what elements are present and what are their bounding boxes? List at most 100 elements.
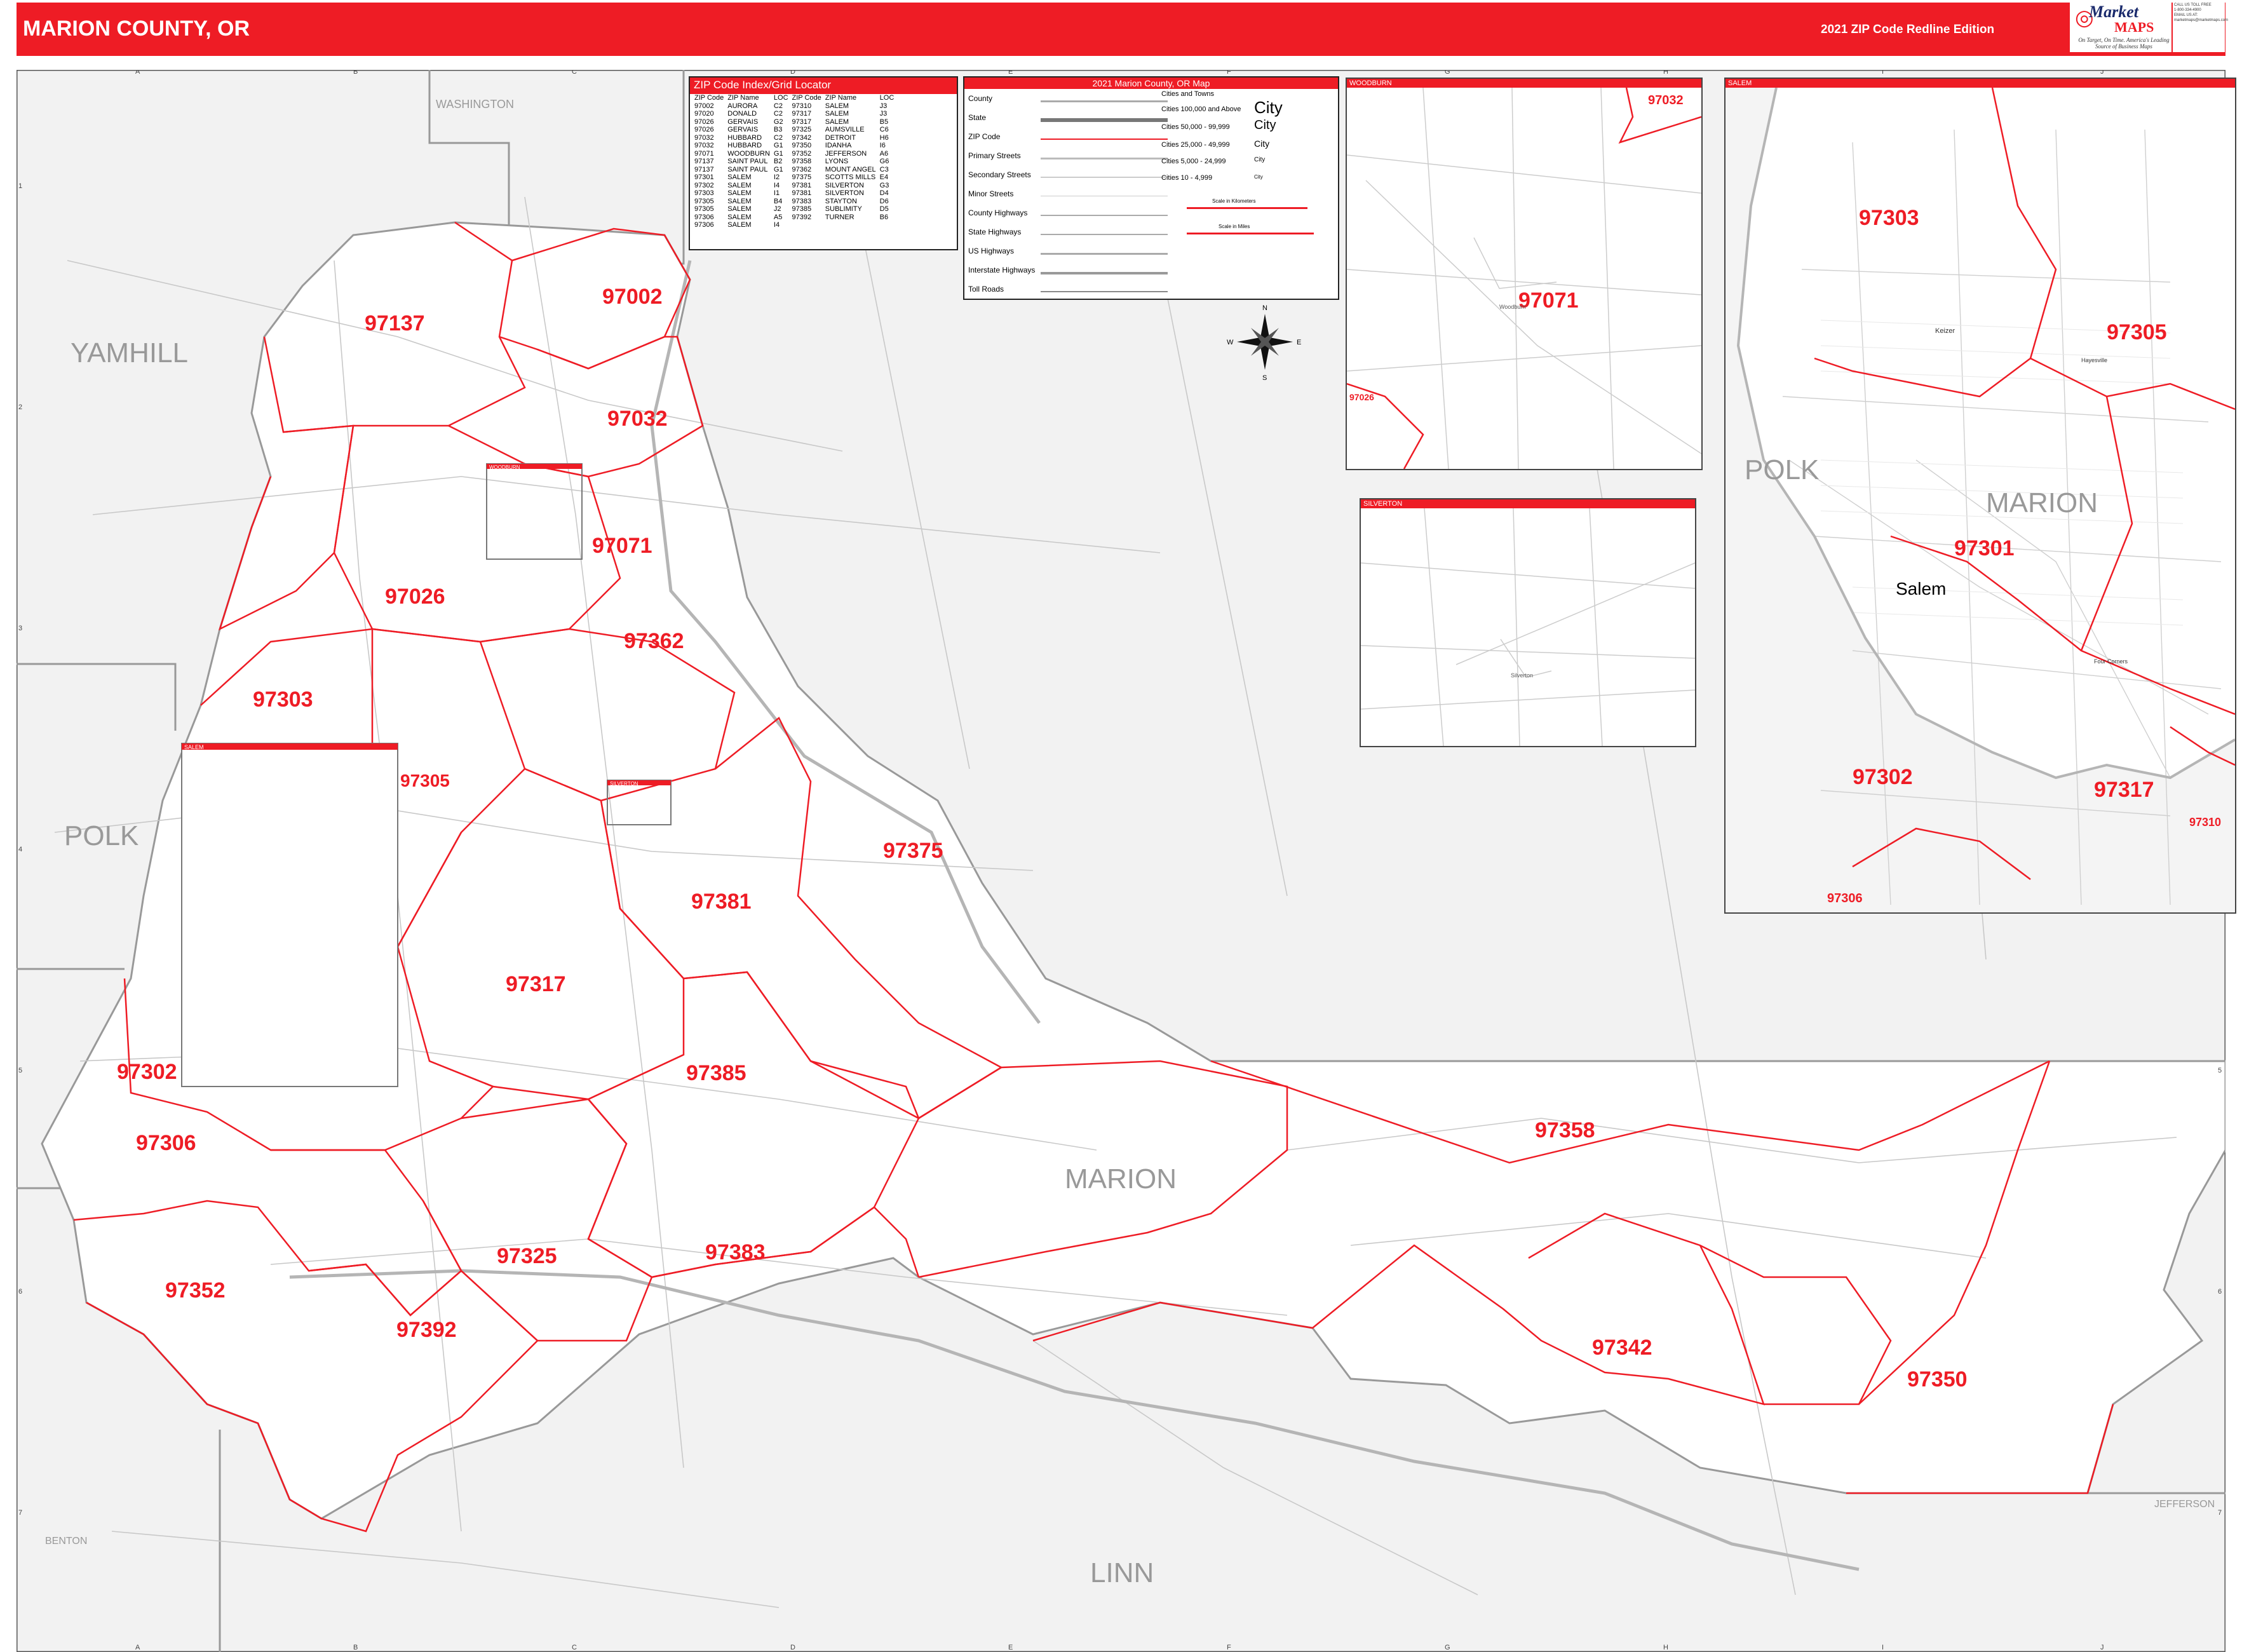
- zip-label[interactable]: 97392: [396, 1318, 457, 1342]
- zip-label[interactable]: 97032: [1648, 93, 1684, 107]
- compass-e: E: [1297, 339, 1301, 346]
- silverton-box-label: SILVERTON: [610, 781, 638, 787]
- zip-index-row: 97137 SAINT PAUL G1 97362 MOUNT ANGEL C3: [692, 166, 896, 174]
- svg-text:1: 1: [18, 182, 22, 190]
- zip-index-cell: WOODBURN: [727, 149, 770, 158]
- svg-text:6: 6: [18, 1288, 22, 1296]
- zip-index-cell: A5: [773, 213, 783, 221]
- zip-index-row: 97071 WOODBURN G1 97352 JEFFERSON A6: [692, 150, 896, 158]
- zip-index-cell: 97325: [792, 126, 812, 133]
- zip-label[interactable]: 97306: [1827, 891, 1863, 905]
- zip-index-cell: SALEM: [727, 173, 752, 181]
- zip-label[interactable]: 97362: [624, 629, 684, 653]
- zip-index-cell: C3: [879, 165, 889, 173]
- zip-index-cell: 97383: [792, 197, 812, 205]
- zip-label[interactable]: 97026: [1349, 392, 1374, 402]
- svg-text:B: B: [353, 1644, 358, 1651]
- compass-n: N: [1262, 304, 1267, 312]
- city-class: Cities 5,000 - 24,999: [1161, 158, 1226, 165]
- city-sample: City: [1254, 139, 1270, 149]
- zip-index-cell: [790, 221, 823, 229]
- salem-box-label: SALEM: [184, 744, 204, 750]
- city-class: Cities 25,000 - 49,999: [1161, 141, 1230, 149]
- zip-label[interactable]: 97302: [117, 1060, 177, 1084]
- zip-label[interactable]: 97352: [165, 1278, 226, 1303]
- legend-swatch: [1041, 215, 1168, 216]
- woodburn-inset[interactable]: WOODBURN 97032 97071 97026 Woodburn: [1346, 78, 1703, 470]
- zip-label[interactable]: 97137: [365, 311, 425, 335]
- county-label-benton: BENTON: [45, 1536, 87, 1547]
- zip-label[interactable]: 97071: [592, 534, 652, 558]
- zip-label[interactable]: 97375: [883, 839, 943, 863]
- zip-index-cell: MOUNT ANGEL: [825, 165, 876, 173]
- zip-label[interactable]: 97325: [497, 1244, 557, 1268]
- zip-index-cell: 97305: [694, 197, 714, 205]
- zip-label[interactable]: 97317: [2094, 778, 2154, 802]
- zip-index-cell: SALEM: [727, 189, 752, 197]
- zip-index-cell: SILVERTON: [825, 189, 864, 197]
- city-class: Cities 100,000 and Above: [1161, 105, 1241, 113]
- edition-label: 2021 ZIP Code Redline Edition: [1821, 23, 1995, 36]
- legend-item: Secondary Streets: [968, 170, 1031, 179]
- silverton-inset[interactable]: SILVERTON Silverton: [1360, 498, 1696, 747]
- zip-label[interactable]: 97303: [253, 687, 313, 712]
- map-legend: 2021 Marion County, OR Map County State …: [963, 76, 1339, 300]
- zip-label[interactable]: 97310: [2189, 816, 2221, 829]
- zip-index-cell: H6: [879, 133, 889, 142]
- zip-index-cell: 97317: [792, 110, 812, 118]
- zip-label[interactable]: 97002: [602, 285, 663, 309]
- salem-inset[interactable]: SALEM 97303 97305 97301 97302 97317 9731…: [1724, 78, 2236, 914]
- zip-label[interactable]: 97026: [385, 585, 445, 609]
- zip-label[interactable]: 97383: [705, 1240, 766, 1264]
- county-label-yamhill: YAMHILL: [71, 337, 188, 369]
- zip-index-header-row: ZIP Code ZIP Name LOC ZIP Code ZIP Name …: [692, 94, 896, 102]
- county-label-linn: LINN: [1090, 1557, 1154, 1588]
- zip-label[interactable]: 97381: [691, 890, 752, 914]
- zip-index-cell: C2: [773, 110, 783, 118]
- zip-label[interactable]: 97303: [1859, 206, 1919, 230]
- zip-label[interactable]: 97385: [686, 1061, 746, 1085]
- zip-index-row: 97303 SALEM I1 97381 SILVERTON D4: [692, 189, 896, 198]
- zip-index-cell: 97362: [792, 165, 812, 173]
- zip-label[interactable]: 97301: [1954, 536, 2015, 560]
- city-label: Hayesville: [2081, 357, 2107, 363]
- logo-tagline: On Target, On Time. America's Leading So…: [2078, 37, 2170, 50]
- zip-label[interactable]: 97350: [1907, 1367, 1968, 1391]
- zip-index-cell: SAINT PAUL: [727, 165, 768, 173]
- zip-index-cell: HUBBARD: [727, 133, 762, 142]
- zip-label[interactable]: 97302: [1853, 765, 1913, 789]
- zip-label[interactable]: 97306: [136, 1131, 196, 1155]
- zip-index-cell: SALEM: [825, 110, 849, 118]
- zip-index-cell: 97352: [792, 149, 812, 158]
- zip-label[interactable]: 97305: [400, 771, 450, 790]
- zip-label[interactable]: 97071: [1518, 288, 1579, 313]
- zip-index-cell: 97317: [792, 118, 812, 126]
- legend-swatch: [1041, 177, 1168, 178]
- zip-label[interactable]: 97342: [1592, 1336, 1652, 1360]
- zip-index-cell: SALEM: [727, 197, 752, 205]
- zip-index-cell: J2: [773, 205, 781, 213]
- zip-index-cell: 97071: [694, 149, 714, 158]
- city-heading: Cities and Towns: [1161, 90, 1214, 98]
- contact-line: CALL US TOLL FREE: [2174, 3, 2212, 7]
- zip-index-cell: LYONS: [825, 158, 849, 165]
- zip-index-title: ZIP Code Index/Grid Locator: [690, 78, 957, 94]
- zip-label[interactable]: 97032: [607, 407, 668, 431]
- zip-label[interactable]: 97305: [2107, 320, 2167, 344]
- zip-index-row: 97026 GERVAIS G2 97317 SALEM B5: [692, 118, 896, 126]
- zip-index-cell: 97002: [694, 102, 714, 110]
- legend-item: State Highways: [968, 227, 1022, 236]
- zip-index-cell: I4: [773, 221, 780, 229]
- zip-label[interactable]: 97358: [1535, 1118, 1595, 1142]
- zip-index-cell: 97305: [694, 205, 714, 213]
- silverton-inset-map: Silverton: [1361, 508, 1695, 746]
- zip-label[interactable]: 97317: [506, 972, 566, 996]
- col-header: ZIP Code: [694, 94, 724, 102]
- zip-index-cell: JEFFERSON: [825, 149, 867, 158]
- zip-index-cell: SALEM: [825, 118, 849, 126]
- market-maps-logo[interactable]: ◎ Market MAPS On Target, On Time. Americ…: [2070, 1, 2171, 52]
- zip-index-cell: I4: [773, 181, 780, 189]
- city-sample: City: [1254, 118, 1276, 132]
- city-class: Cities 10 - 4,999: [1161, 174, 1213, 182]
- zip-index-row: 97301 SALEM I2 97375 SCOTTS MILLS E4: [692, 173, 896, 182]
